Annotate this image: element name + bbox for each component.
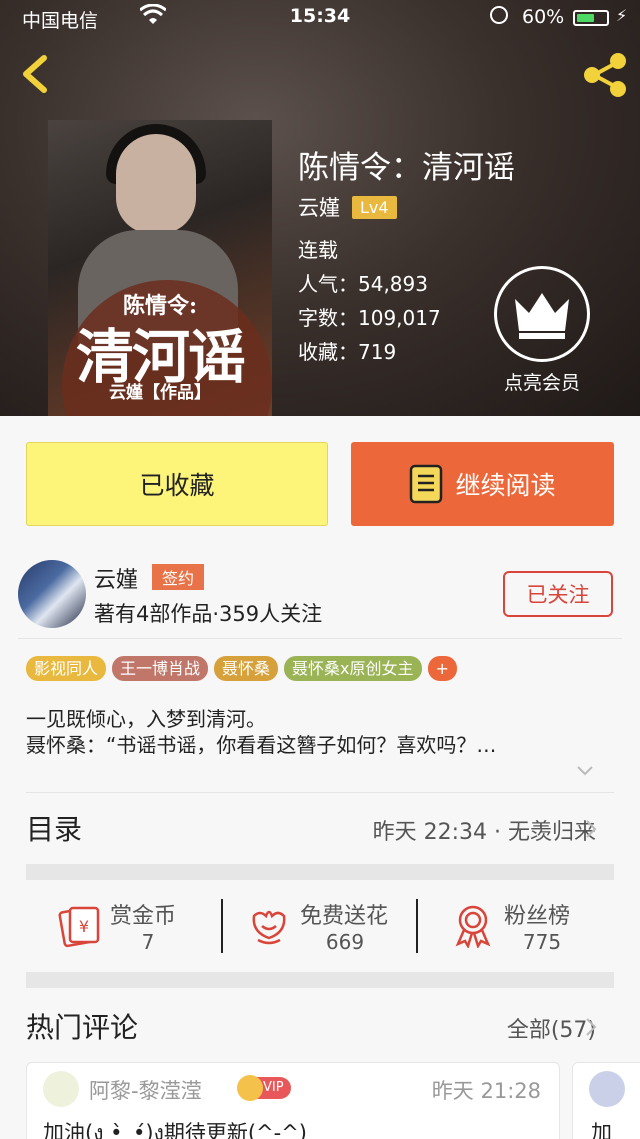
vip-badge: VIP: [237, 1075, 291, 1101]
flower-icon: [252, 910, 286, 945]
vip-crown-button[interactable]: [494, 266, 590, 362]
divider: [416, 899, 418, 953]
battery-percent: 60%: [522, 6, 565, 28]
follow-button-label: 已关注: [526, 583, 590, 607]
tag-chip[interactable]: 聂怀桑x原创女主: [284, 656, 422, 681]
comment-text: 加: [591, 1121, 612, 1139]
comment-text: 加油(ง •̀_•́)ง期待更新(^-^): [43, 1121, 307, 1139]
tag-chip[interactable]: 影视同人: [26, 656, 107, 681]
flowers-label: 免费送花: [300, 904, 389, 929]
continue-reading-label: 继续阅读: [455, 471, 556, 500]
more-tags-button[interactable]: +: [427, 656, 457, 681]
book-author-line: 云嫤 Lv4: [298, 192, 397, 222]
all-comments-link[interactable]: 全部(57): [507, 1012, 596, 1044]
toc-title[interactable]: 目录: [26, 808, 82, 848]
collect-button[interactable]: 已收藏: [26, 442, 328, 526]
book-cover[interactable]: 陈情令: 清河谣 云嫤【作品】: [48, 120, 272, 416]
level-badge: Lv4: [352, 195, 397, 219]
rotation-lock-icon: [490, 6, 508, 24]
back-arrow-icon[interactable]: [14, 52, 54, 96]
book-status: 连载: [298, 238, 338, 262]
commenter-name[interactable]: 阿黎-黎滢滢: [89, 1075, 202, 1105]
commenter-avatar[interactable]: [589, 1071, 625, 1107]
reward-coins-button[interactable]: ¥ 赏金币 7: [56, 892, 206, 962]
ribbon-medal-icon: [455, 905, 491, 948]
description-line: 聂怀桑：“书谣书谣，你看看这簪子如何？喜欢吗？…: [26, 733, 497, 757]
fans-label: 粉丝榜: [504, 904, 571, 929]
section-separator: [26, 972, 614, 988]
vip-label[interactable]: 点亮会员: [480, 368, 604, 395]
comment-card[interactable]: 加: [572, 1062, 640, 1139]
chevron-down-icon[interactable]: [576, 762, 594, 780]
follow-button[interactable]: 已关注: [503, 571, 613, 617]
tag-chip[interactable]: 王一博肖战: [112, 656, 209, 681]
red-envelope-icon: ¥: [58, 906, 100, 948]
continue-reading-button[interactable]: 继续阅读: [351, 442, 614, 526]
divider: [26, 792, 614, 793]
book-popularity: 人气：54,893: [298, 272, 428, 296]
fans-value: 775: [522, 930, 562, 954]
signed-badge: 签约: [152, 564, 205, 590]
commenter-avatar[interactable]: [43, 1071, 79, 1107]
svg-text:¥: ¥: [79, 917, 89, 936]
author-stats: 著有4部作品·359人关注: [94, 602, 323, 626]
divider: [18, 638, 622, 639]
chevron-right-icon[interactable]: [584, 818, 598, 840]
status-bar: 中国电信 15:34 60% ⚡: [0, 0, 640, 36]
author-avatar[interactable]: [18, 560, 86, 628]
fan-ranking-button[interactable]: 粉丝榜 775: [450, 892, 600, 962]
book-title: 陈情令：清河谣: [298, 150, 515, 186]
section-separator: [26, 864, 614, 880]
book-icon: [410, 464, 443, 504]
book-description[interactable]: 一见既倾心，入梦到清河。 聂怀桑：“书谣书谣，你看看这簪子如何？喜欢吗？…: [26, 706, 614, 758]
chevron-right-icon[interactable]: [584, 1016, 598, 1038]
reward-label: 赏金币: [110, 904, 177, 929]
toc-latest-chapter[interactable]: 昨天 22:34 · 无羡归来: [373, 814, 596, 846]
tag-chip[interactable]: 聂怀桑: [214, 656, 279, 681]
cover-author: 云嫤【作品】: [109, 383, 211, 403]
share-icon[interactable]: [580, 50, 630, 100]
crown-icon: [515, 293, 569, 339]
book-header: 中国电信 15:34 60% ⚡ 陈情令: 清河谣 云嫤【作品】 陈情令：清河谣…: [0, 0, 640, 416]
description-line: 一见既倾心，入梦到清河。: [26, 707, 266, 731]
book-author[interactable]: 云嫤: [298, 192, 340, 222]
free-flowers-button[interactable]: 免费送花 669: [246, 892, 406, 962]
battery-icon: [573, 10, 609, 26]
book-word-count: 字数：109,017: [298, 306, 441, 330]
book-favorites: 收藏：719: [298, 340, 397, 364]
tag-list: 影视同人 王一博肖战 聂怀桑 聂怀桑x原创女主 +: [26, 656, 457, 681]
divider: [221, 899, 223, 953]
comment-time: 昨天 21:28: [431, 1079, 541, 1103]
collect-button-label: 已收藏: [139, 471, 215, 500]
crown-icon: [237, 1075, 263, 1101]
flowers-value: 669: [325, 930, 365, 954]
reward-value: 7: [141, 930, 155, 954]
charging-icon: ⚡: [616, 6, 628, 25]
hot-comments-title: 热门评论: [26, 1011, 139, 1044]
author-name[interactable]: 云嫤: [94, 562, 138, 594]
comment-card[interactable]: 阿黎-黎滢滢 VIP 昨天 21:28 加油(ง •̀_•́)ง期待更新(^-^…: [26, 1062, 560, 1139]
